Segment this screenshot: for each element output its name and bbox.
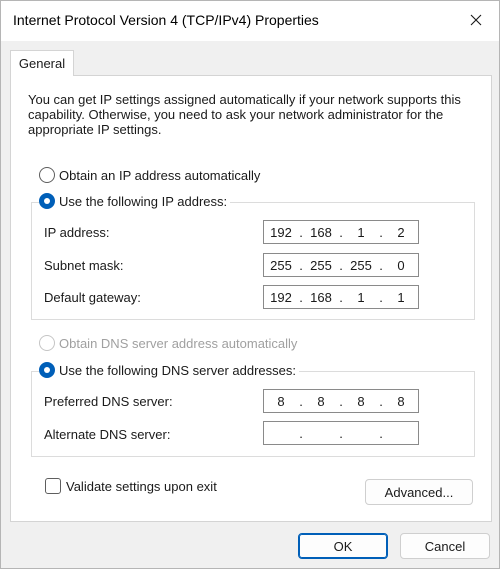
radio-dns-manual[interactable]: Use the following DNS server addresses:	[39, 362, 299, 378]
subnet-mask-input[interactable]: 255. 255. 255. 0	[263, 253, 419, 277]
dialog-window: Internet Protocol Version 4 (TCP/IPv4) P…	[0, 0, 500, 569]
cancel-button[interactable]: Cancel	[400, 533, 490, 559]
subnet-mask-octet-2: 255	[310, 257, 332, 273]
preferred-dns-label: Preferred DNS server:	[44, 394, 173, 409]
radio-ip-manual-indicator[interactable]	[39, 193, 55, 209]
ok-button[interactable]: OK	[298, 533, 388, 559]
radio-dns-auto[interactable]: Obtain DNS server address automatically	[39, 335, 301, 351]
window-title: Internet Protocol Version 4 (TCP/IPv4) P…	[13, 12, 319, 28]
preferred-dns-octet-3: 8	[357, 393, 365, 409]
preferred-dns-octet-2: 8	[317, 393, 325, 409]
ip-address-octet-3: 1	[357, 224, 365, 240]
radio-ip-manual[interactable]: Use the following IP address:	[39, 193, 231, 209]
subnet-mask-label: Subnet mask:	[44, 258, 124, 273]
subnet-mask-octet-4: 0	[397, 257, 405, 273]
radio-dns-manual-label: Use the following DNS server addresses:	[59, 362, 296, 378]
default-gateway-octet-2: 168	[310, 289, 332, 305]
advanced-button[interactable]: Advanced...	[365, 479, 473, 505]
validate-checkbox[interactable]	[45, 478, 61, 494]
tab-general[interactable]: General	[10, 50, 74, 76]
close-icon	[470, 14, 482, 26]
default-gateway-input[interactable]: 192. 168. 1. 1	[263, 285, 419, 309]
ip-address-label: IP address:	[44, 225, 110, 240]
ip-address-octet-2: 168	[310, 224, 332, 240]
radio-ip-auto-label: Obtain an IP address automatically	[59, 167, 261, 183]
title-bar: Internet Protocol Version 4 (TCP/IPv4) P…	[1, 1, 499, 41]
validate-checkbox-label: Validate settings upon exit	[66, 478, 217, 494]
default-gateway-octet-1: 192	[270, 289, 292, 305]
radio-dns-manual-indicator[interactable]	[39, 362, 55, 378]
ip-address-octet-1: 192	[270, 224, 292, 240]
subnet-mask-octet-3: 255	[350, 257, 372, 273]
radio-ip-auto[interactable]: Obtain an IP address automatically	[39, 167, 264, 183]
radio-dns-auto-indicator[interactable]	[39, 335, 55, 351]
description-text: You can get IP settings assigned automat…	[28, 92, 461, 137]
alternate-dns-input[interactable]: . . .	[263, 421, 419, 445]
radio-ip-auto-indicator[interactable]	[39, 167, 55, 183]
subnet-mask-octet-1: 255	[270, 257, 292, 273]
ip-address-octet-4: 2	[397, 224, 405, 240]
ip-address-input[interactable]: 192. 168. 1. 2	[263, 220, 419, 244]
default-gateway-label: Default gateway:	[44, 290, 141, 305]
preferred-dns-octet-4: 8	[397, 393, 405, 409]
general-panel: You can get IP settings assigned automat…	[10, 75, 492, 522]
validate-checkbox-row[interactable]: Validate settings upon exit	[45, 478, 217, 494]
default-gateway-octet-3: 1	[357, 289, 365, 305]
close-button[interactable]	[453, 1, 499, 39]
radio-dns-auto-label: Obtain DNS server address automatically	[59, 335, 298, 351]
alternate-dns-label: Alternate DNS server:	[44, 427, 171, 442]
default-gateway-octet-4: 1	[397, 289, 405, 305]
radio-ip-manual-label: Use the following IP address:	[59, 193, 228, 209]
preferred-dns-octet-1: 8	[277, 393, 285, 409]
preferred-dns-input[interactable]: 8. 8. 8. 8	[263, 389, 419, 413]
